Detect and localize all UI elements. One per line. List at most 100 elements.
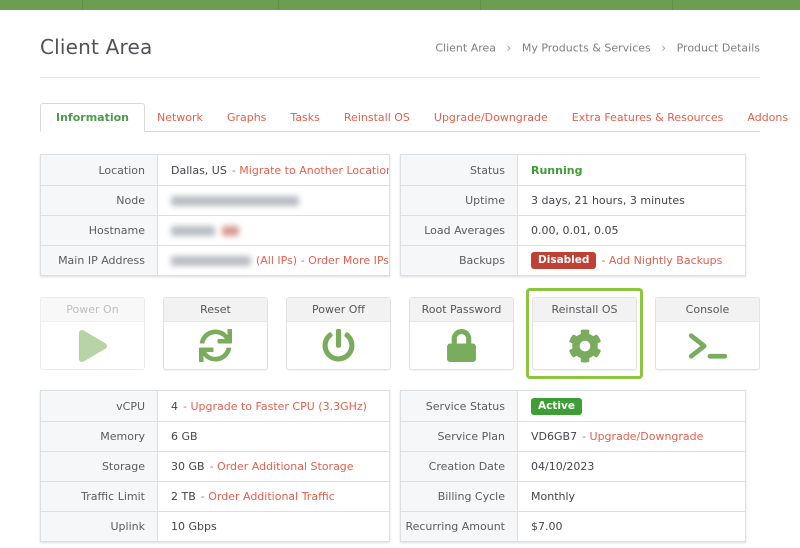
order-more-ips-link[interactable]: (All IPs) - Order More IPs	[256, 254, 389, 267]
order-traffic-link[interactable]: - Order Additional Traffic	[201, 490, 335, 503]
redacted-node-value	[171, 195, 299, 206]
row-value: Dallas, US - Migrate to Another Location	[158, 155, 389, 185]
tab-network[interactable]: Network	[145, 104, 215, 131]
table-row: Service Status Active	[401, 391, 745, 421]
row-label: Traffic Limit	[41, 482, 158, 511]
row-label: Storage	[41, 452, 158, 481]
table-row: Traffic Limit 2 TB - Order Additional Tr…	[41, 481, 389, 511]
tab-upgrade-downgrade[interactable]: Upgrade/Downgrade	[422, 104, 560, 131]
row-label: Recurring Amount	[401, 512, 518, 541]
tab-addons[interactable]: Addons	[735, 104, 800, 131]
tab-extra-features[interactable]: Extra Features & Resources	[560, 104, 736, 131]
row-label: Uplink	[41, 512, 158, 541]
info-tables-bottom: vCPU 4 - Upgrade to Faster CPU (3.3GHz) …	[40, 390, 760, 542]
page-header: Client Area Client Area › My Products & …	[40, 35, 760, 61]
row-value: 6 GB	[158, 422, 389, 451]
root-password-label: Root Password	[410, 298, 513, 322]
table-row: Node	[41, 185, 389, 215]
tab-graphs[interactable]: Graphs	[215, 104, 278, 131]
console-wrap: Console	[655, 297, 760, 370]
client-area-page: Client Area Client Area › My Products & …	[0, 0, 800, 548]
nav-separator	[672, 0, 673, 10]
reinstall-os-button[interactable]: Reinstall OS	[532, 297, 637, 370]
table-row: Recurring Amount $7.00	[401, 511, 745, 541]
recurring-amount-value: $7.00	[531, 520, 563, 533]
table-row: Service Plan VD6GB7 - Upgrade/Downgrade	[401, 421, 745, 451]
table-row: Storage 30 GB - Order Additional Storage	[41, 451, 389, 481]
service-plan-value: VD6GB7	[531, 430, 578, 443]
backups-disabled-badge: Disabled	[531, 252, 597, 269]
row-value: 04/10/2023	[518, 452, 745, 481]
console-label: Console	[656, 298, 759, 322]
row-label: Backups	[401, 246, 518, 275]
row-value: 10 Gbps	[158, 512, 389, 541]
uptime-value: 3 days, 21 hours, 3 minutes	[531, 194, 685, 207]
power-on-button: Power On	[40, 297, 145, 370]
billing-table: Service Status Active Service Plan VD6GB…	[400, 390, 746, 542]
breadcrumb-client-area[interactable]: Client Area	[435, 42, 496, 55]
row-value: 3 days, 21 hours, 3 minutes	[518, 186, 745, 215]
row-value: 2 TB - Order Additional Traffic	[158, 482, 389, 511]
breadcrumb: Client Area › My Products & Services › P…	[435, 41, 760, 55]
power-icon	[287, 322, 390, 369]
status-info-table: Status Running Uptime 3 days, 21 hours, …	[400, 154, 746, 276]
status-running-value: Running	[531, 163, 583, 177]
tab-tasks[interactable]: Tasks	[278, 104, 331, 131]
row-label: Service Plan	[401, 422, 518, 451]
row-value: 0.00, 0.01, 0.05	[518, 216, 745, 245]
row-value: Monthly	[518, 482, 745, 511]
upgrade-cpu-link[interactable]: - Upgrade to Faster CPU (3.3GHz)	[183, 400, 367, 413]
lock-icon	[410, 322, 513, 369]
reinstall-os-wrap: Reinstall OS	[526, 288, 643, 379]
info-tables-top: Location Dallas, US - Migrate to Another…	[40, 154, 760, 276]
tab-information[interactable]: Information	[40, 103, 145, 132]
system-info-table: Location Dallas, US - Migrate to Another…	[40, 154, 390, 276]
row-label: Memory	[41, 422, 158, 451]
redacted-hostname-value	[171, 225, 215, 236]
header-divider	[40, 77, 760, 78]
row-label: Billing Cycle	[401, 482, 518, 511]
load-averages-value: 0.00, 0.01, 0.05	[531, 224, 619, 237]
breadcrumb-separator: ›	[661, 41, 667, 55]
row-label: Main IP Address	[41, 246, 158, 275]
row-value	[158, 186, 389, 215]
table-row: Uplink 10 Gbps	[41, 511, 389, 541]
console-button[interactable]: Console	[655, 297, 760, 370]
power-on-label: Power On	[41, 298, 144, 322]
power-on-wrap: Power On	[40, 297, 145, 370]
row-label: Uptime	[401, 186, 518, 215]
migrate-location-link[interactable]: - Migrate to Another Location	[232, 164, 389, 177]
location-value: Dallas, US	[171, 163, 227, 177]
nav-separator	[480, 0, 481, 10]
reset-button[interactable]: Reset	[163, 297, 268, 370]
table-row: Creation Date 04/10/2023	[401, 451, 745, 481]
root-password-button[interactable]: Root Password	[409, 297, 514, 370]
row-label: Service Status	[401, 391, 518, 421]
breadcrumb-separator: ›	[506, 41, 512, 55]
tab-reinstall-os[interactable]: Reinstall OS	[332, 104, 422, 131]
reset-label: Reset	[164, 298, 267, 322]
row-value: (All IPs) - Order More IPs	[158, 246, 389, 275]
add-backups-link[interactable]: - Add Nightly Backups	[601, 254, 722, 267]
refresh-icon	[164, 322, 267, 369]
row-value: Running	[518, 155, 745, 185]
breadcrumb-my-products[interactable]: My Products & Services	[522, 42, 651, 55]
server-actions: Power On Reset Power Off Root Password R…	[40, 288, 760, 379]
power-off-label: Power Off	[287, 298, 390, 322]
row-value	[158, 216, 389, 245]
uplink-value: 10 Gbps	[171, 520, 217, 533]
creation-date-value: 04/10/2023	[531, 460, 595, 473]
table-row: Status Running	[401, 155, 745, 185]
order-storage-link[interactable]: - Order Additional Storage	[210, 460, 354, 473]
upgrade-plan-link[interactable]: - Upgrade/Downgrade	[582, 430, 703, 443]
row-value: 30 GB - Order Additional Storage	[158, 452, 389, 481]
power-off-wrap: Power Off	[286, 297, 391, 370]
row-value: 4 - Upgrade to Faster CPU (3.3GHz)	[158, 391, 389, 421]
specs-table: vCPU 4 - Upgrade to Faster CPU (3.3GHz) …	[40, 390, 390, 542]
billing-cycle-value: Monthly	[531, 490, 576, 503]
nav-separator	[82, 0, 83, 10]
power-off-button[interactable]: Power Off	[286, 297, 391, 370]
tab-bar: Information Network Graphs Tasks Reinsta…	[40, 103, 788, 132]
traffic-limit-value: 2 TB	[171, 490, 196, 503]
play-icon	[41, 322, 144, 369]
